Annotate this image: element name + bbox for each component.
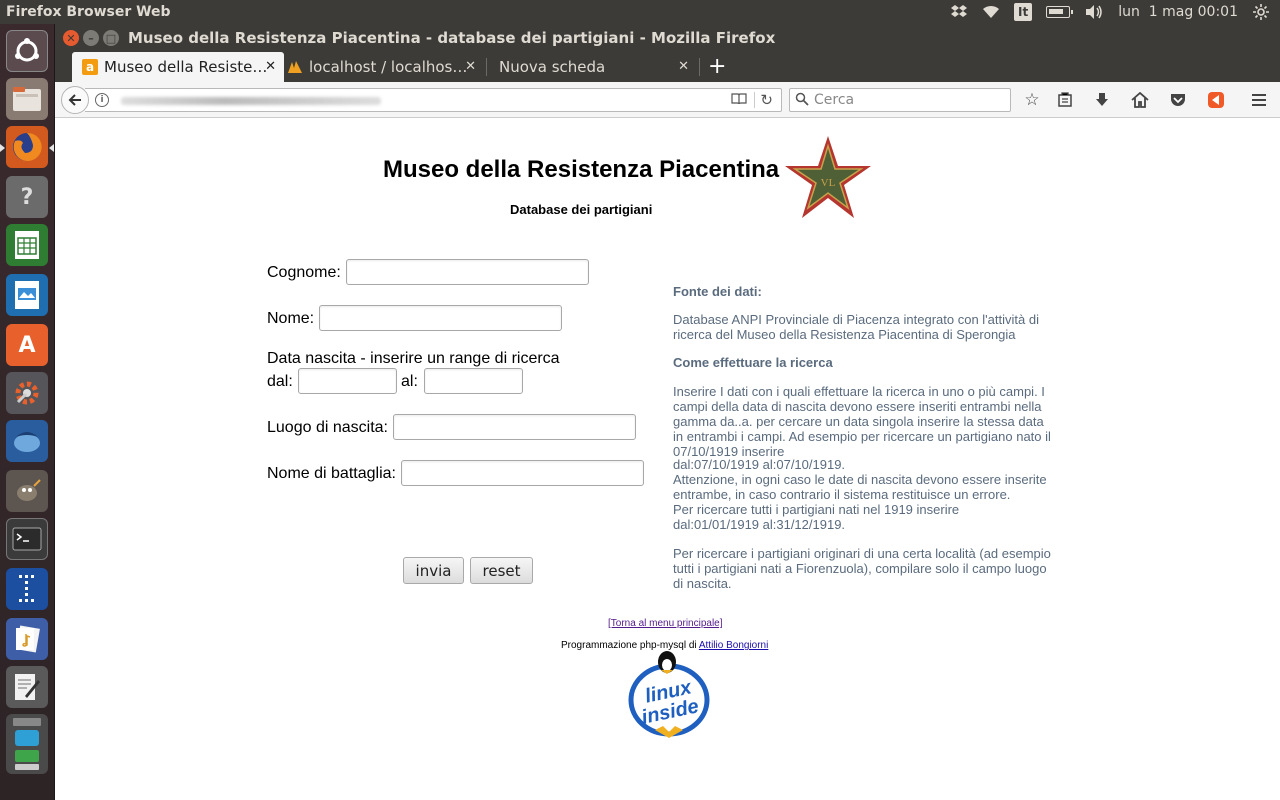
search-icon [795,92,809,114]
museo-favicon-icon: a [82,59,98,75]
tab-phpmyadmin[interactable]: localhost / localhos… ✕ [277,52,484,82]
notes-app-icon[interactable] [6,618,48,660]
luogo-nascita-input[interactable] [393,414,636,440]
file-manager-icon[interactable] [6,78,48,120]
submit-button[interactable]: invia [403,557,464,584]
back-button[interactable] [61,86,89,114]
url-text-blurred [121,97,381,105]
tab-strip: a Museo della Resiste… ✕ localhost / loc… [55,52,1280,82]
cognome-input[interactable] [346,259,589,285]
svg-text:VL: VL [821,177,836,189]
power-icon[interactable] [1252,3,1270,21]
back-to-menu-link[interactable]: [Torna al menu principale] [608,618,723,629]
ubuntu-software-icon[interactable]: A [6,324,48,366]
linux-inside-logo: linux inside [628,651,710,738]
come-heading: Come effettuare la ricerca [673,355,833,370]
libreoffice-impress-icon[interactable] [6,274,48,316]
tab-close-icon[interactable]: ✕ [265,59,276,74]
tab-museo[interactable]: a Museo della Resiste… ✕ [72,52,284,82]
bookmark-star-icon[interactable]: ☆ [1021,89,1043,111]
phpmyadmin-favicon-icon [287,59,303,75]
thunderbird-icon[interactable] [6,420,48,462]
url-bar[interactable]: i ↻ [85,88,782,112]
ubuntu-dash-icon[interactable] [6,30,48,72]
reset-button[interactable]: reset [470,557,533,584]
instructions-p1: Inserire I dati con i quali effettuare l… [673,384,1051,459]
active-app-name: Firefox Browser Web [6,4,171,20]
top-panel: Firefox Browser Web It lun 1 mag 00:01 [0,0,1280,24]
nome-battaglia-input[interactable] [401,460,644,486]
reload-icon[interactable]: ↻ [760,91,773,109]
tab-label: localhost / localhos… [309,58,468,76]
dropbox-icon[interactable] [950,3,968,21]
home-icon[interactable] [1129,89,1151,111]
volume-icon[interactable] [1084,3,1104,21]
app-stack-icon[interactable] [6,714,48,774]
tab-label: Nuova scheda [499,58,606,76]
new-tab-button[interactable]: + [708,54,726,79]
site-info-icon[interactable]: i [95,93,109,107]
battery-icon[interactable] [1046,3,1074,21]
window-close-button[interactable]: ✕ [63,30,79,46]
fonte-text: Database ANPI Provinciale di Piacenza in… [673,312,1039,342]
gimp-icon[interactable] [6,470,48,512]
window-title: Museo della Resistenza Piacentina - data… [128,29,776,47]
menu-icon[interactable] [1248,89,1270,111]
instructions-p3: Per ricercare tutti i partigiani nati ne… [673,502,960,517]
text-editor-icon[interactable] [6,666,48,708]
window-minimize-button[interactable]: – [83,30,99,46]
tab-label: Museo della Resiste… [104,58,268,76]
system-settings-icon[interactable] [6,372,48,414]
unity-launcher: ? A [0,24,55,800]
bookmarks-library-icon[interactable] [1054,89,1076,111]
downloads-icon[interactable] [1091,89,1113,111]
reader-view-icon[interactable] [731,93,747,109]
help-icon[interactable]: ? [6,176,48,218]
app-unknown-icon[interactable] [6,568,48,610]
navigation-bar: i ↻ Cerca ☆ [55,82,1280,118]
panel-indicators: It lun 1 mag 00:01 [950,0,1270,24]
al-label: al: [401,373,418,390]
wifi-icon[interactable] [982,3,1000,21]
page-subtitle: Database dei partigiani [510,202,653,217]
data-nascita-label: Data nascita - inserire un range di rice… [267,350,560,367]
data-dal-input[interactable] [298,368,397,394]
page-content: Museo della Resistenza Piacentina VL Dat… [55,118,1280,800]
dal-label: dal: [267,373,293,390]
nome-battaglia-label: Nome di battaglia: [267,465,396,482]
data-al-input[interactable] [424,368,523,394]
firefox-icon[interactable] [6,126,48,168]
pocket-icon[interactable] [1167,89,1189,111]
search-input[interactable]: Cerca [789,88,1011,112]
instructions-p4: Per ricercare i partigiani originari di … [673,546,1051,591]
instructions-p1-example: dal:07/10/1919 al:07/10/1919. [673,457,846,472]
page-title: Museo della Resistenza Piacentina [383,156,780,183]
cognome-label: Cognome: [267,264,341,281]
extension-icon[interactable] [1205,89,1227,111]
window-titlebar: ✕ – □ Museo della Resistenza Piacentina … [55,24,1280,52]
instructions-p3-example: dal:01/01/1919 al:31/12/1919. [673,517,846,532]
libreoffice-calc-icon[interactable] [6,224,48,266]
tab-nuova-scheda[interactable]: Nuova scheda ✕ [489,52,697,82]
fonte-heading: Fonte dei dati: [673,284,762,299]
luogo-nascita-label: Luogo di nascita: [267,419,388,436]
firefox-window: ✕ – □ Museo della Resistenza Piacentina … [55,24,1280,800]
tab-close-icon[interactable]: ✕ [678,59,689,74]
search-placeholder: Cerca [814,92,855,108]
resistance-star-logo: VL [785,136,871,218]
window-maximize-button[interactable]: □ [103,30,119,46]
terminal-icon[interactable] [6,518,48,560]
keyboard-layout-icon[interactable]: It [1014,3,1033,21]
nome-label: Nome: [267,310,315,327]
clock[interactable]: lun 1 mag 00:01 [1118,3,1238,21]
tab-close-icon[interactable]: ✕ [465,59,476,74]
instructions-p2: Attenzione, in ogni caso le date di nasc… [673,472,1047,502]
nome-input[interactable] [319,305,562,331]
